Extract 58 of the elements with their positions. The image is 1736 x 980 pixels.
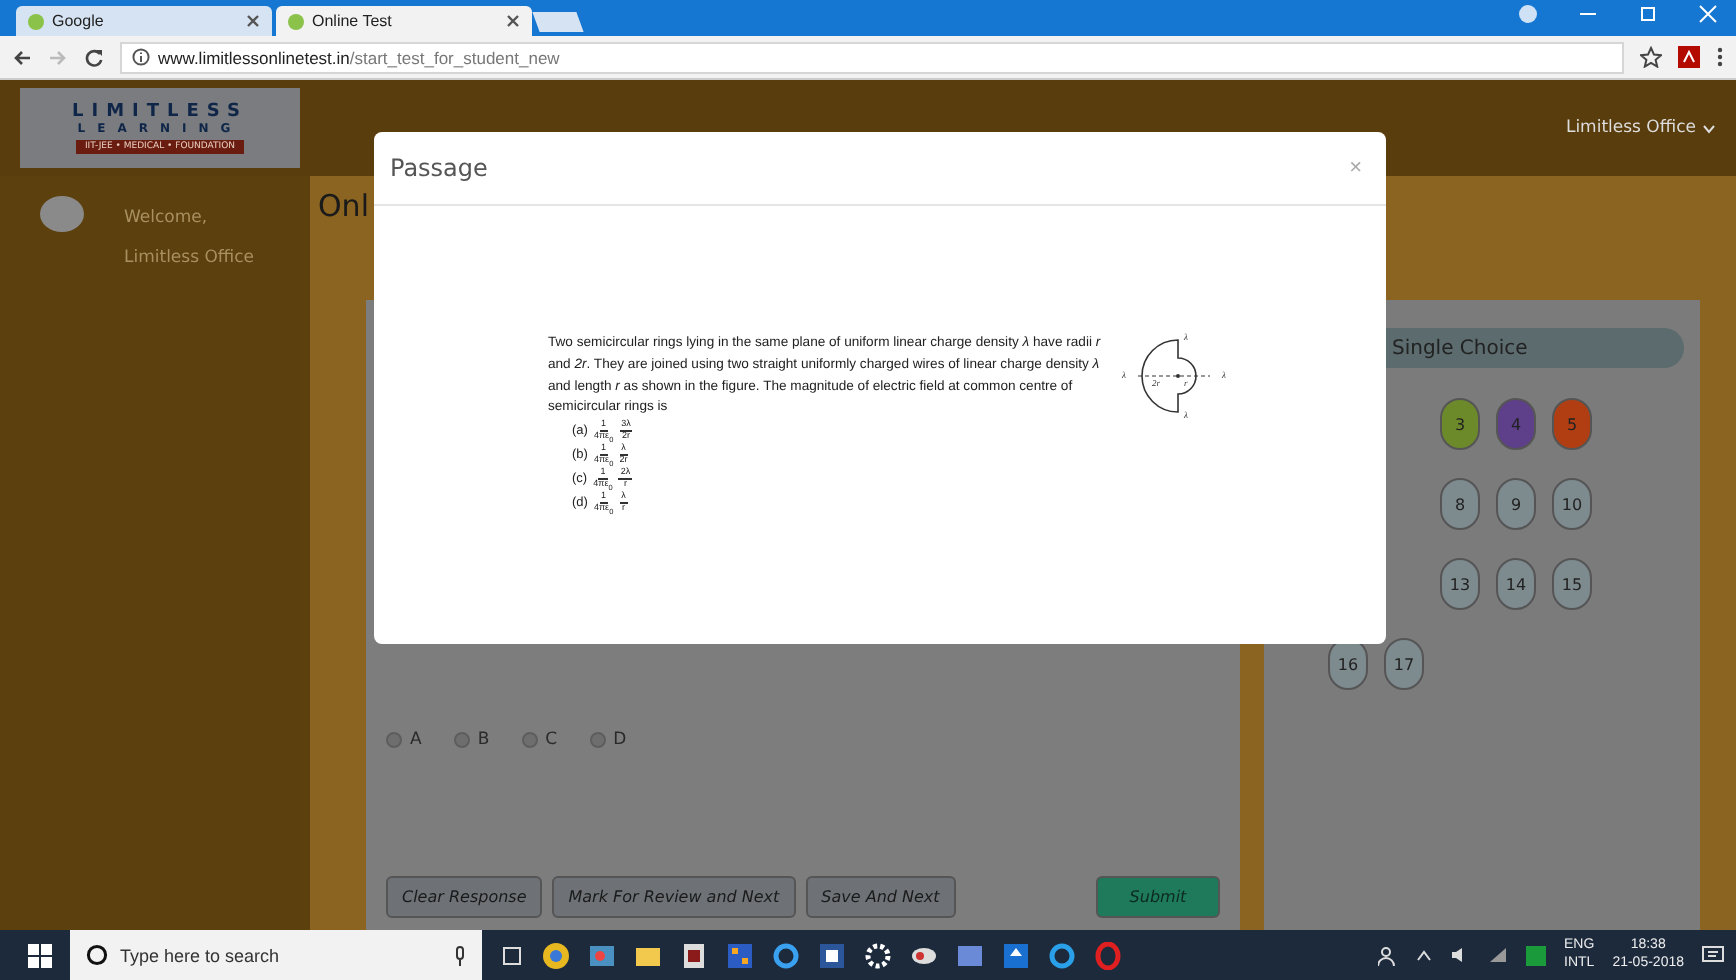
app-icon[interactable] [1002,941,1030,969]
app-icon[interactable] [818,941,846,969]
action-button[interactable]: Save And Next [805,875,956,917]
close-icon[interactable] [506,14,520,28]
wifi-icon[interactable] [1488,946,1509,964]
pdf-extension-icon[interactable] [1678,46,1700,68]
caret-icon [1702,123,1716,133]
search-icon [86,944,108,966]
star-icon[interactable] [1640,46,1662,68]
url-text: www.limitlessonlinetest.in/start_test_for_student_new [158,47,560,67]
question-number[interactable]: 13 [1440,558,1480,610]
restore-icon[interactable] [1638,4,1658,24]
profile-icon[interactable] [1518,4,1538,24]
menu-icon[interactable] [1716,46,1724,68]
task-view-icon[interactable] [500,945,524,965]
chevron-up-icon[interactable] [1416,949,1433,961]
answer-radio[interactable]: A [386,730,422,750]
page-title: Onl [318,188,371,228]
taskbar-search-field[interactable]: Type here to search [70,930,482,980]
people-icon[interactable] [1378,945,1399,965]
windows-start-icon[interactable] [28,943,52,967]
new-tab-button[interactable] [532,12,584,32]
back-arrow-icon[interactable] [12,47,32,67]
app-icon[interactable] [726,941,754,969]
action-button[interactable]: Clear Response [386,875,543,917]
answer-radio[interactable]: B [453,730,490,750]
gear-icon[interactable] [864,941,892,969]
submit-button[interactable]: Submit [1096,875,1220,917]
browser-tab[interactable]: Online Test [276,6,532,36]
welcome-text: Welcome, [124,208,210,228]
question-number[interactable]: 10 [1552,478,1592,530]
info-icon [132,48,150,66]
answer-radio[interactable]: D [589,730,627,750]
question-number[interactable]: 14 [1496,558,1536,610]
address-field[interactable]: www.limitlessonlinetest.in/start_test_for_student_new [120,41,1624,73]
question-number[interactable]: 15 [1552,558,1592,610]
question-number[interactable]: 3 [1440,398,1480,450]
close-button[interactable]: × [1341,156,1370,180]
question-number[interactable]: 5 [1552,398,1592,450]
microphone-icon[interactable] [454,945,466,965]
app-icon[interactable] [542,941,570,969]
tab-favicon-icon [28,13,44,29]
question-number[interactable]: 9 [1496,478,1536,530]
avatar-icon [40,196,84,232]
browser-tab[interactable]: Google [16,6,272,36]
question-number[interactable]: 17 [1384,638,1424,690]
dialog-title: Passage [390,154,488,182]
close-icon[interactable] [246,14,260,28]
action-button[interactable]: Mark For Review and Next [552,875,796,917]
user-name: Limitless Office [124,248,255,268]
reload-icon[interactable] [84,47,104,67]
tab-favicon-icon [288,13,304,29]
app-tray-icon[interactable] [1526,945,1547,965]
answer-radio[interactable]: C [521,730,558,750]
question-number[interactable]: 8 [1440,478,1480,530]
user-menu[interactable]: Limitless Office [1565,118,1716,138]
app-icon[interactable] [680,941,708,969]
notification-icon[interactable] [1702,945,1724,965]
